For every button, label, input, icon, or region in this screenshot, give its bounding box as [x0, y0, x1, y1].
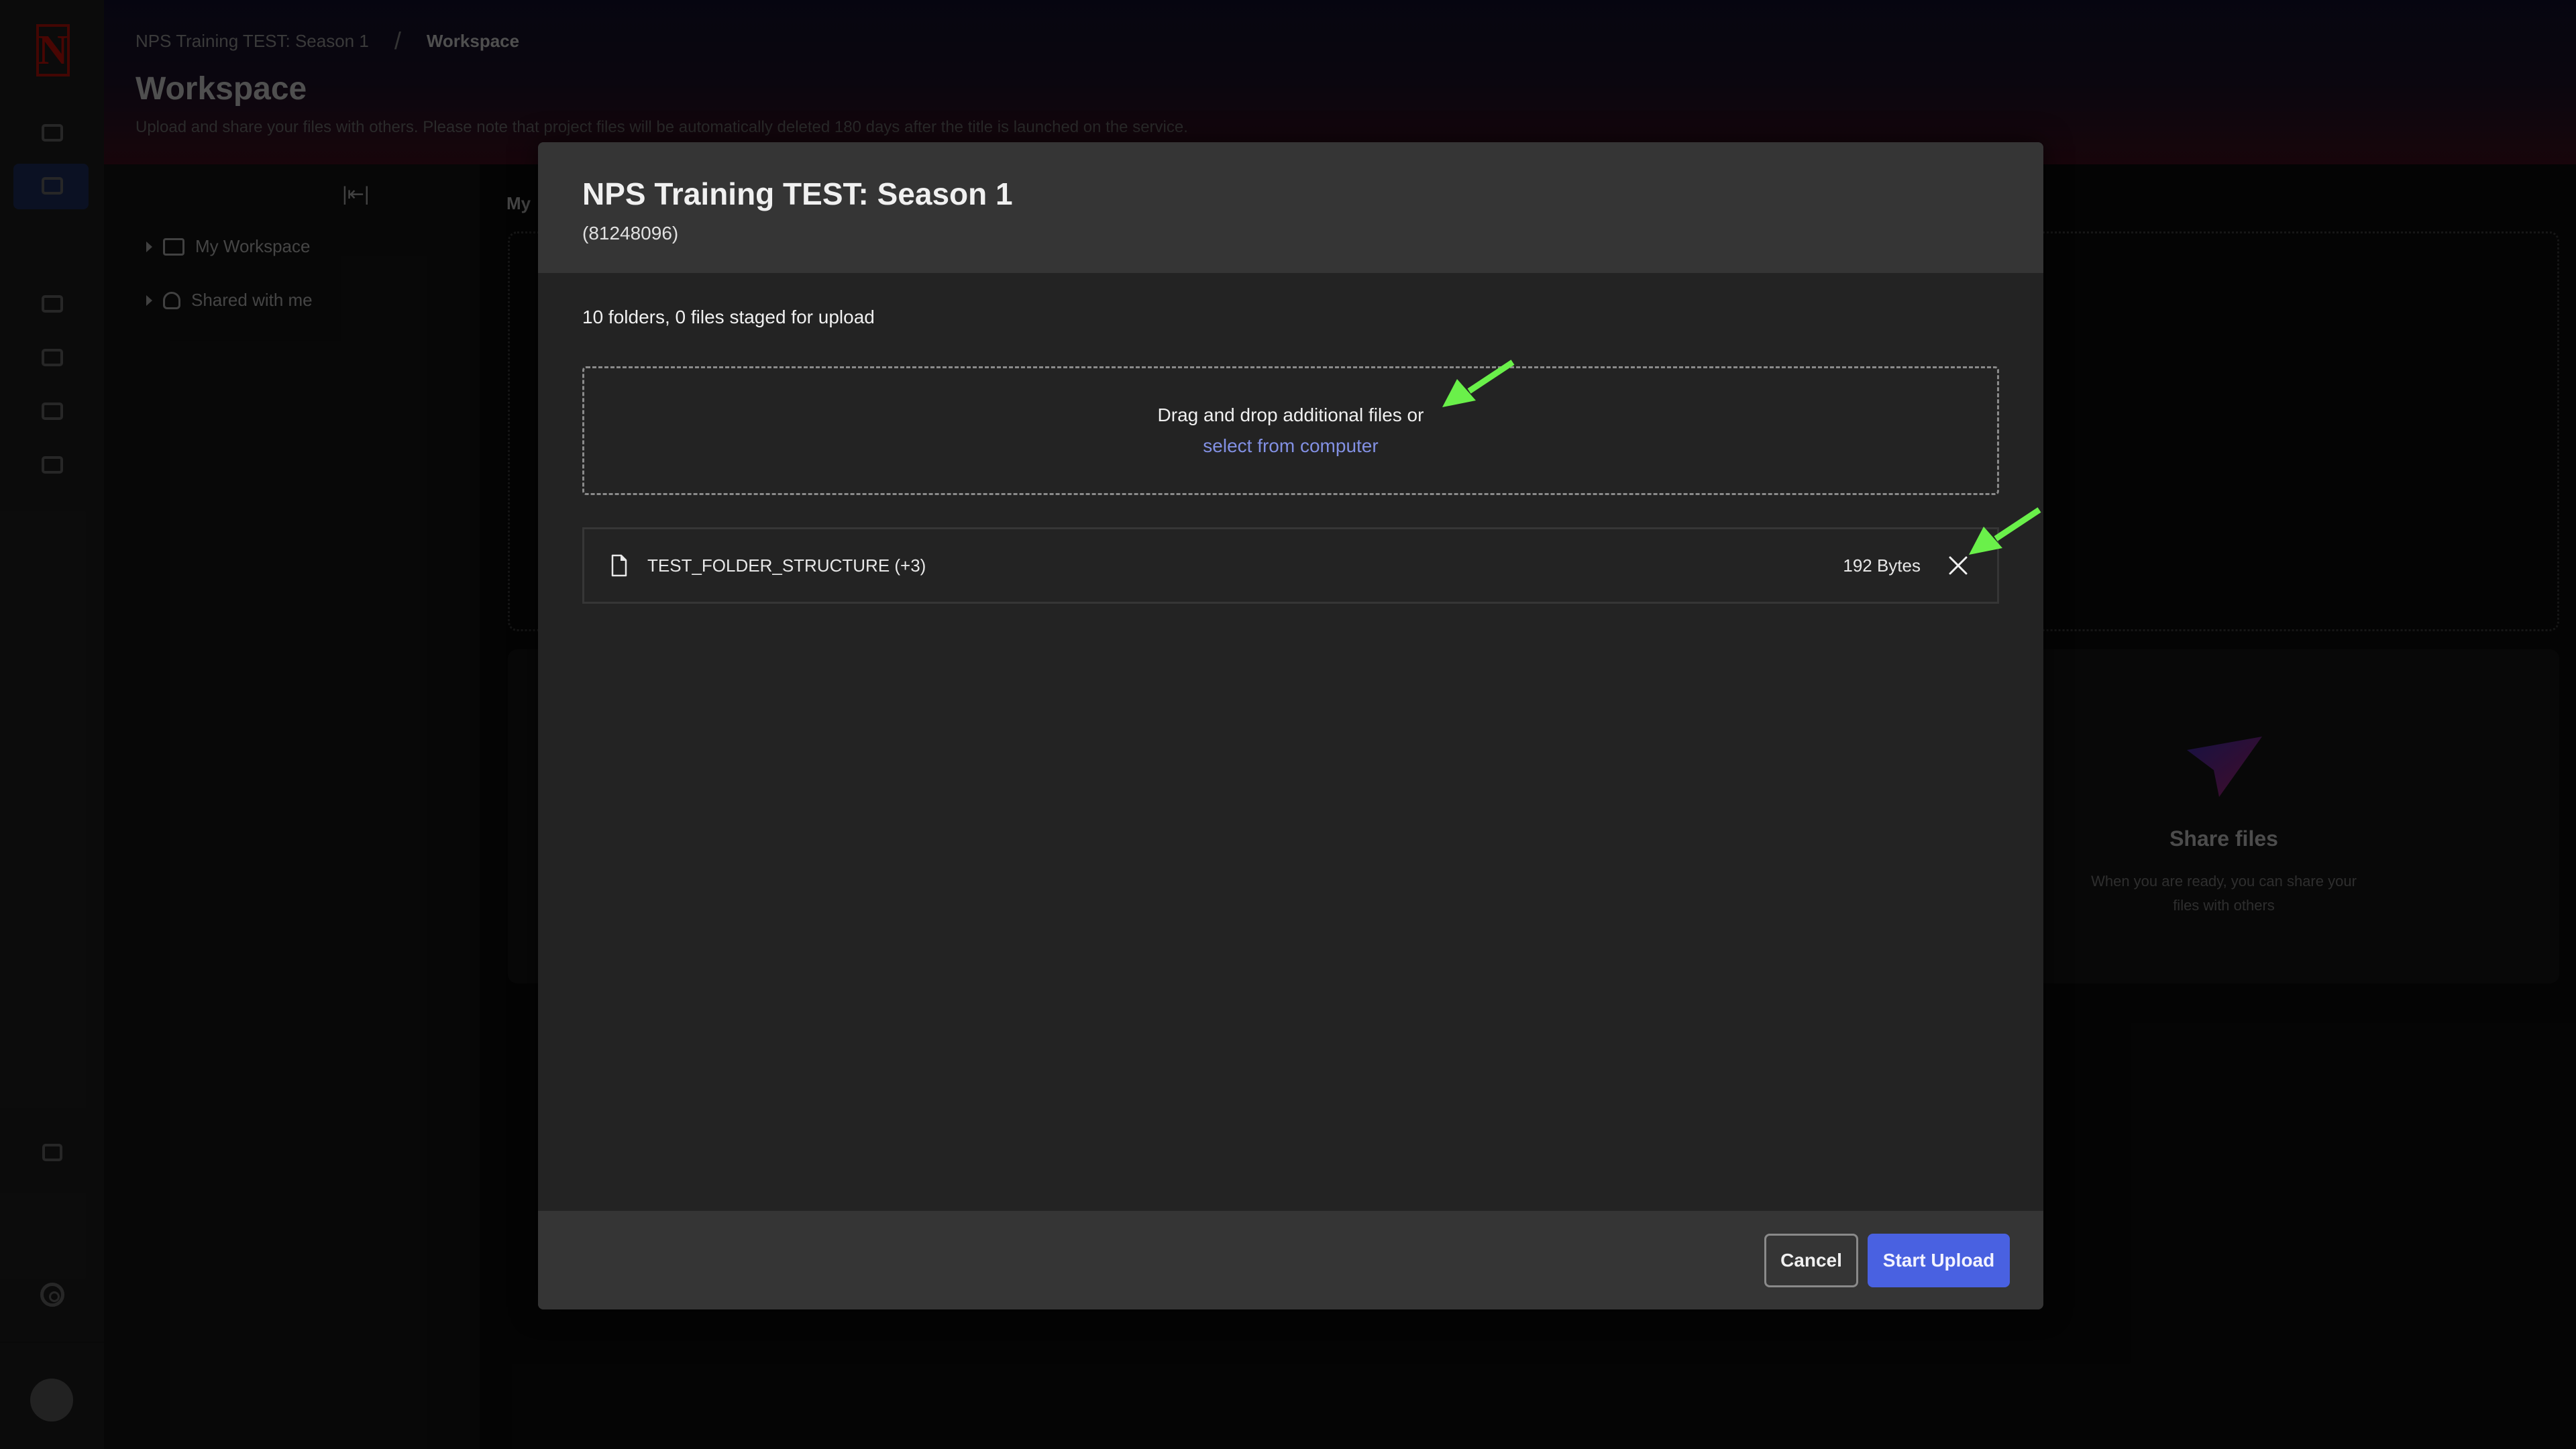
modal-title: NPS Training TEST: Season 1 — [582, 176, 1013, 211]
file-size: 192 Bytes — [1843, 555, 1921, 576]
staged-file-row: TEST_FOLDER_STRUCTURE (+3) 192 Bytes — [582, 527, 1999, 604]
select-from-computer-link[interactable]: select from computer — [1203, 435, 1378, 457]
annotation-arrow-icon — [1442, 360, 1515, 407]
remove-file-close-icon[interactable] — [1946, 553, 1970, 578]
modal-subtitle: (81248096) — [582, 223, 679, 244]
annotation-arrow-icon — [1969, 507, 2041, 555]
dropzone-text: Drag and drop additional files or — [1157, 405, 1424, 425]
modal-footer: Cancel Start Upload — [538, 1211, 2043, 1309]
file-name: TEST_FOLDER_STRUCTURE (+3) — [647, 555, 926, 576]
cancel-button[interactable]: Cancel — [1764, 1234, 1858, 1287]
file-icon — [611, 554, 627, 577]
upload-modal: NPS Training TEST: Season 1 (81248096) 1… — [538, 142, 2043, 1309]
modal-header: NPS Training TEST: Season 1 (81248096) — [538, 142, 2043, 273]
staged-summary: 10 folders, 0 files staged for upload — [582, 307, 875, 327]
start-upload-button[interactable]: Start Upload — [1868, 1234, 2010, 1287]
file-dropzone[interactable]: Drag and drop additional files or select… — [582, 366, 1999, 495]
